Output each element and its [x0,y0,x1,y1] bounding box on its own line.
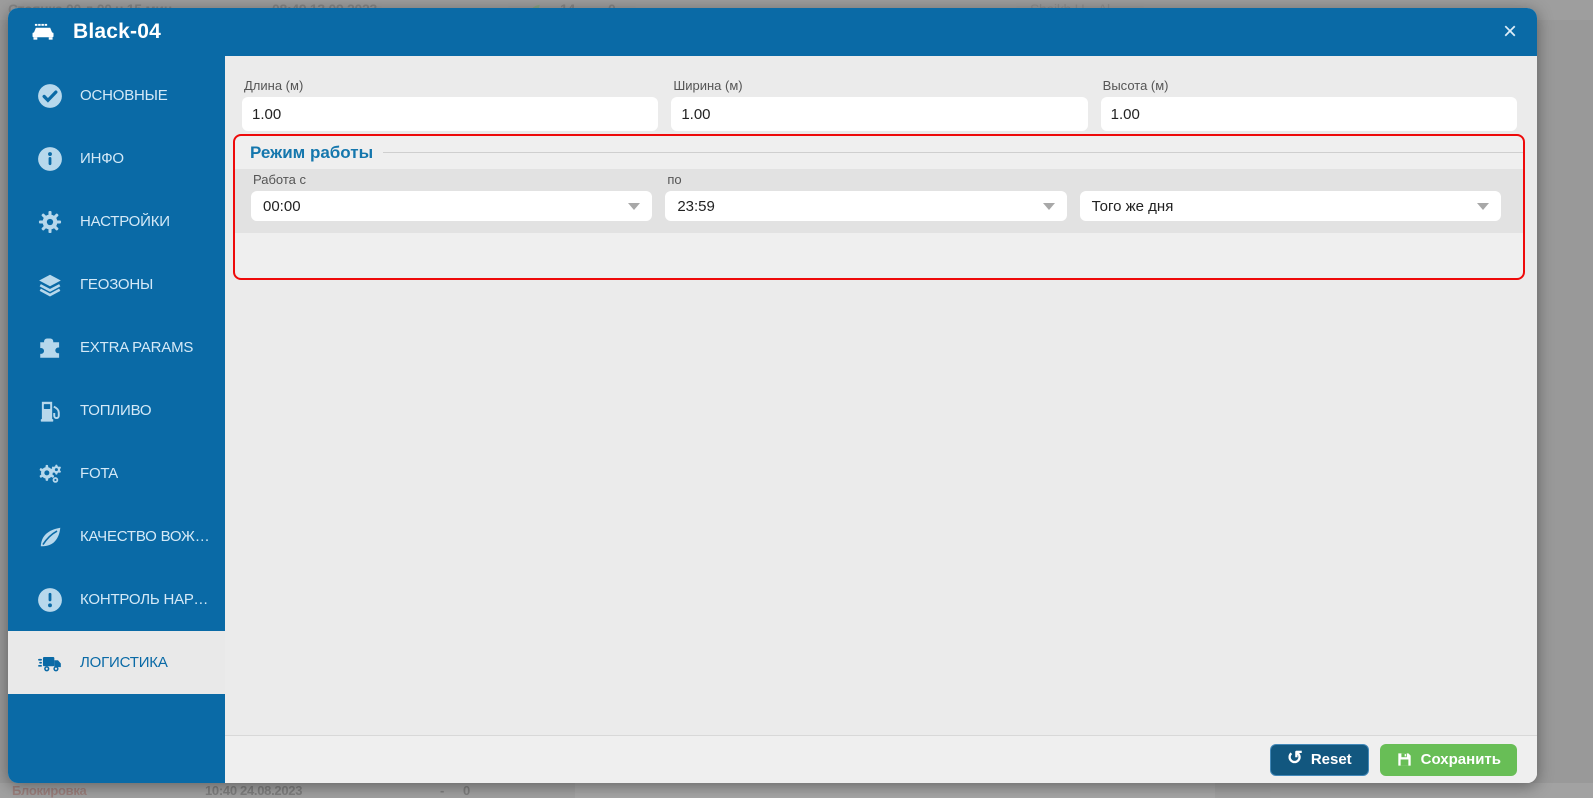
background-table-row-bottom: Блокировка 10:40 24.08.2023 - 0 [0,783,1593,798]
sidebar-item-label: FOTA [80,465,118,482]
reset-button-label: Reset [1311,751,1352,768]
work-to-group: по 23:59 [665,172,1066,221]
background-scrollbar [575,783,1215,798]
work-day-group: Того же дня [1080,191,1501,221]
work-mode-legend-row: Режим работы [235,136,1523,169]
sidebar-item-osnovnye[interactable]: ОСНОВНЫЕ [8,64,225,127]
width-field-group: Ширина (м) [671,78,1087,131]
reset-arrow-icon: ↺ [1287,749,1303,768]
dialog-title: Black-04 [73,20,161,44]
sidebar-item-extra-params[interactable]: EXTRA PARAMS [8,316,225,379]
sidebar-item-nastroyki[interactable]: НАСТРОЙКИ [8,190,225,253]
sidebar-item-label: НАСТРОЙКИ [80,213,170,230]
chevron-down-icon [1043,203,1055,210]
dialog-header: Black-04 × [8,8,1537,56]
bottom-dash-text: - [440,783,444,798]
work-to-value: 23:59 [677,198,715,215]
close-icon[interactable]: × [1503,20,1517,44]
work-to-select[interactable]: 23:59 [665,191,1066,221]
height-input[interactable] [1101,97,1517,131]
check-circle-icon [37,83,63,109]
bottom-count-text: 0 [463,783,470,798]
chevron-down-icon [628,203,640,210]
work-from-group: Работа с 00:00 [251,172,652,221]
work-mode-legend: Режим работы [250,143,373,163]
sidebar: ОСНОВНЫЕ ИНФО НАСТРОЙКИ [8,56,225,783]
event-label-text: Блокировка [12,783,86,798]
fuel-pump-icon [37,398,63,424]
height-field-group: Высота (м) [1101,78,1517,131]
layers-icon [37,272,63,298]
alert-circle-icon [37,587,63,613]
work-day-select[interactable]: Того же дня [1080,191,1501,221]
sidebar-item-label: ОСНОВНЫЕ [80,87,168,104]
info-circle-icon [37,146,63,172]
chevron-down-icon [1477,203,1489,210]
sidebar-item-label: ИНФО [80,150,124,167]
work-day-value: Того же дня [1092,198,1174,215]
sidebar-item-logistika[interactable]: ЛОГИСТИКА [8,631,225,694]
gears-icon [37,461,63,487]
length-field-group: Длина (м) [242,78,658,131]
leaf-icon [37,524,63,550]
work-mode-fields: Работа с 00:00 по 23:59 Того же дня [235,169,1523,233]
sidebar-item-label: КАЧЕСТВО ВОЖДЕНИЯ [80,528,217,545]
sidebar-item-label: ТОПЛИВО [80,402,151,419]
work-from-value: 00:00 [263,198,301,215]
reset-button[interactable]: ↺ Reset [1270,744,1369,776]
sidebar-item-label: ГЕОЗОНЫ [80,276,153,293]
dimensions-row: Длина (м) Ширина (м) Высота (м) [242,78,1517,131]
work-from-select[interactable]: 00:00 [251,191,652,221]
work-to-label: по [667,172,1066,187]
sidebar-item-fota[interactable]: FOTA [8,442,225,505]
puzzle-icon [37,335,63,361]
sidebar-item-label: КОНТРОЛЬ НАРУШЕН... [80,591,217,608]
floppy-save-icon [1396,751,1413,768]
vehicle-icon [30,22,57,43]
save-button[interactable]: Сохранить [1380,744,1517,776]
dialog-footer: ↺ Reset Сохранить [225,735,1537,783]
work-mode-section: Режим работы Работа с 00:00 по 23:59 [233,134,1525,280]
work-mode-spacer [235,233,1523,278]
dialog-content: Длина (м) Ширина (м) Высота (м) Режим ра… [225,56,1537,783]
width-input[interactable] [671,97,1087,131]
truck-icon [37,650,63,676]
sidebar-item-toplivo[interactable]: ТОПЛИВО [8,379,225,442]
work-from-label: Работа с [253,172,652,187]
sidebar-item-label: EXTRA PARAMS [80,339,193,356]
height-label: Высота (м) [1103,78,1517,93]
sidebar-item-kachestvo-vozhdeniya[interactable]: КАЧЕСТВО ВОЖДЕНИЯ [8,505,225,568]
length-label: Длина (м) [244,78,658,93]
device-settings-dialog: Black-04 × ОСНОВНЫЕ ИНФО [8,8,1537,783]
bottom-datetime-text: 10:40 24.08.2023 [205,783,302,798]
length-input[interactable] [242,97,658,131]
sidebar-item-label: ЛОГИСТИКА [80,654,168,671]
gear-icon [37,209,63,235]
sidebar-item-geozony[interactable]: ГЕОЗОНЫ [8,253,225,316]
sidebar-item-kontrol-narusheniy[interactable]: КОНТРОЛЬ НАРУШЕН... [8,568,225,631]
save-button-label: Сохранить [1421,751,1501,768]
width-label: Ширина (м) [673,78,1087,93]
sidebar-item-info[interactable]: ИНФО [8,127,225,190]
